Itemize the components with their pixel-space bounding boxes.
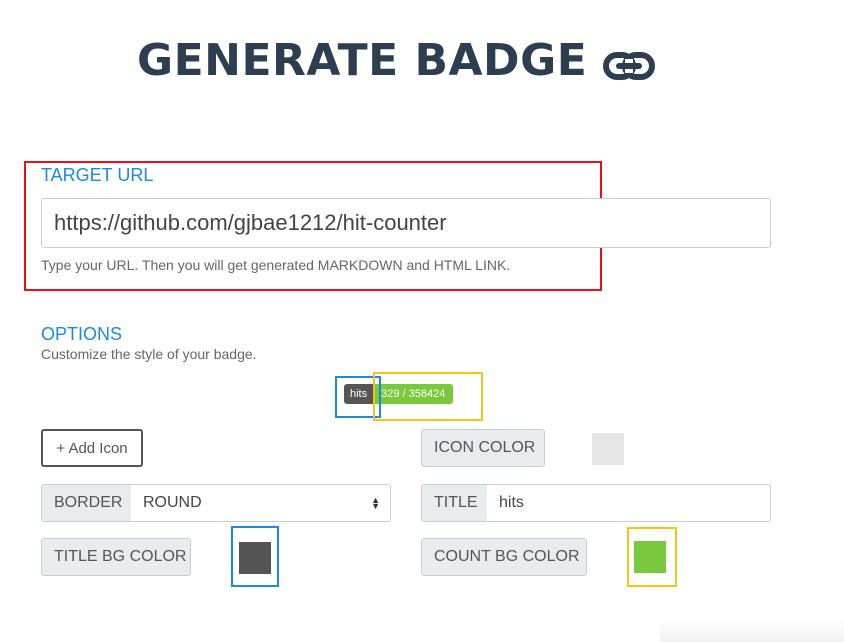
- target-url-help: Type your URL. Then you will get generat…: [41, 257, 511, 273]
- count-bg-color-label: COUNT BG COLOR: [421, 538, 587, 576]
- options-label: OPTIONS: [41, 324, 123, 344]
- title-bg-color-highlight: [231, 526, 279, 587]
- corner-shade: [660, 620, 844, 642]
- title-input[interactable]: [487, 484, 771, 522]
- count-bg-color-highlight: [627, 527, 677, 587]
- select-caret-icon: ▲ ▼: [371, 495, 380, 511]
- badge-count-highlight: [373, 372, 483, 421]
- border-label: BORDER: [41, 484, 132, 522]
- link-icon: [603, 43, 656, 80]
- title-bg-color-label: TITLE BG COLOR: [41, 538, 191, 576]
- add-icon-button[interactable]: + Add Icon: [41, 429, 143, 467]
- icon-color-swatch[interactable]: [592, 433, 624, 465]
- title-label: TITLE: [421, 484, 488, 522]
- options-help: Customize the style of your badge.: [41, 346, 257, 362]
- icon-color-label: ICON COLOR: [421, 429, 545, 467]
- target-url-input[interactable]: [41, 198, 771, 248]
- border-select-value: ROUND: [143, 494, 202, 511]
- target-url-label: TARGET URL: [41, 165, 154, 185]
- border-select[interactable]: ROUND ▲ ▼: [131, 484, 391, 522]
- page-title: GENERATE BADGE: [137, 30, 656, 90]
- page-title-text: GENERATE BADGE: [137, 34, 588, 86]
